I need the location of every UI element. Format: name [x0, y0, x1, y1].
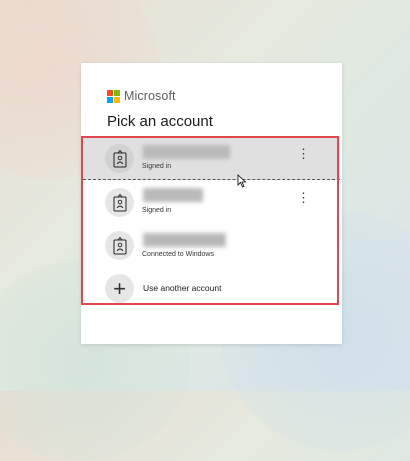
plus-icon: + — [105, 274, 134, 303]
page-title: Pick an account — [107, 113, 213, 130]
account-status: Signed in — [142, 163, 172, 170]
id-badge-icon — [105, 188, 134, 217]
account-row-3[interactable]: Connected to Windows — [83, 224, 340, 267]
account-row-1[interactable]: Signed in ⋮ — [83, 137, 340, 180]
microsoft-logo-icon — [107, 89, 120, 103]
id-badge-icon — [105, 144, 134, 173]
use-another-account-label: Use another account — [143, 283, 222, 293]
account-picker-card: Microsoft Pick an account Signed in ⋮ Si… — [81, 63, 342, 344]
account-name-redacted — [143, 233, 226, 247]
account-status: Connected to Windows — [142, 251, 214, 258]
use-another-account-button[interactable]: + Use another account — [83, 267, 340, 310]
brand-name: Microsoft — [124, 89, 176, 103]
id-badge-icon — [105, 231, 134, 260]
microsoft-logo: Microsoft — [107, 89, 176, 103]
more-options-icon[interactable]: ⋮ — [297, 191, 310, 204]
account-name-redacted — [143, 145, 230, 159]
account-row-2[interactable]: Signed in ⋮ — [83, 181, 340, 224]
account-status: Signed in — [142, 207, 172, 214]
more-options-icon[interactable]: ⋮ — [297, 147, 310, 160]
mouse-cursor-icon — [237, 174, 247, 188]
account-name-redacted — [143, 188, 203, 202]
